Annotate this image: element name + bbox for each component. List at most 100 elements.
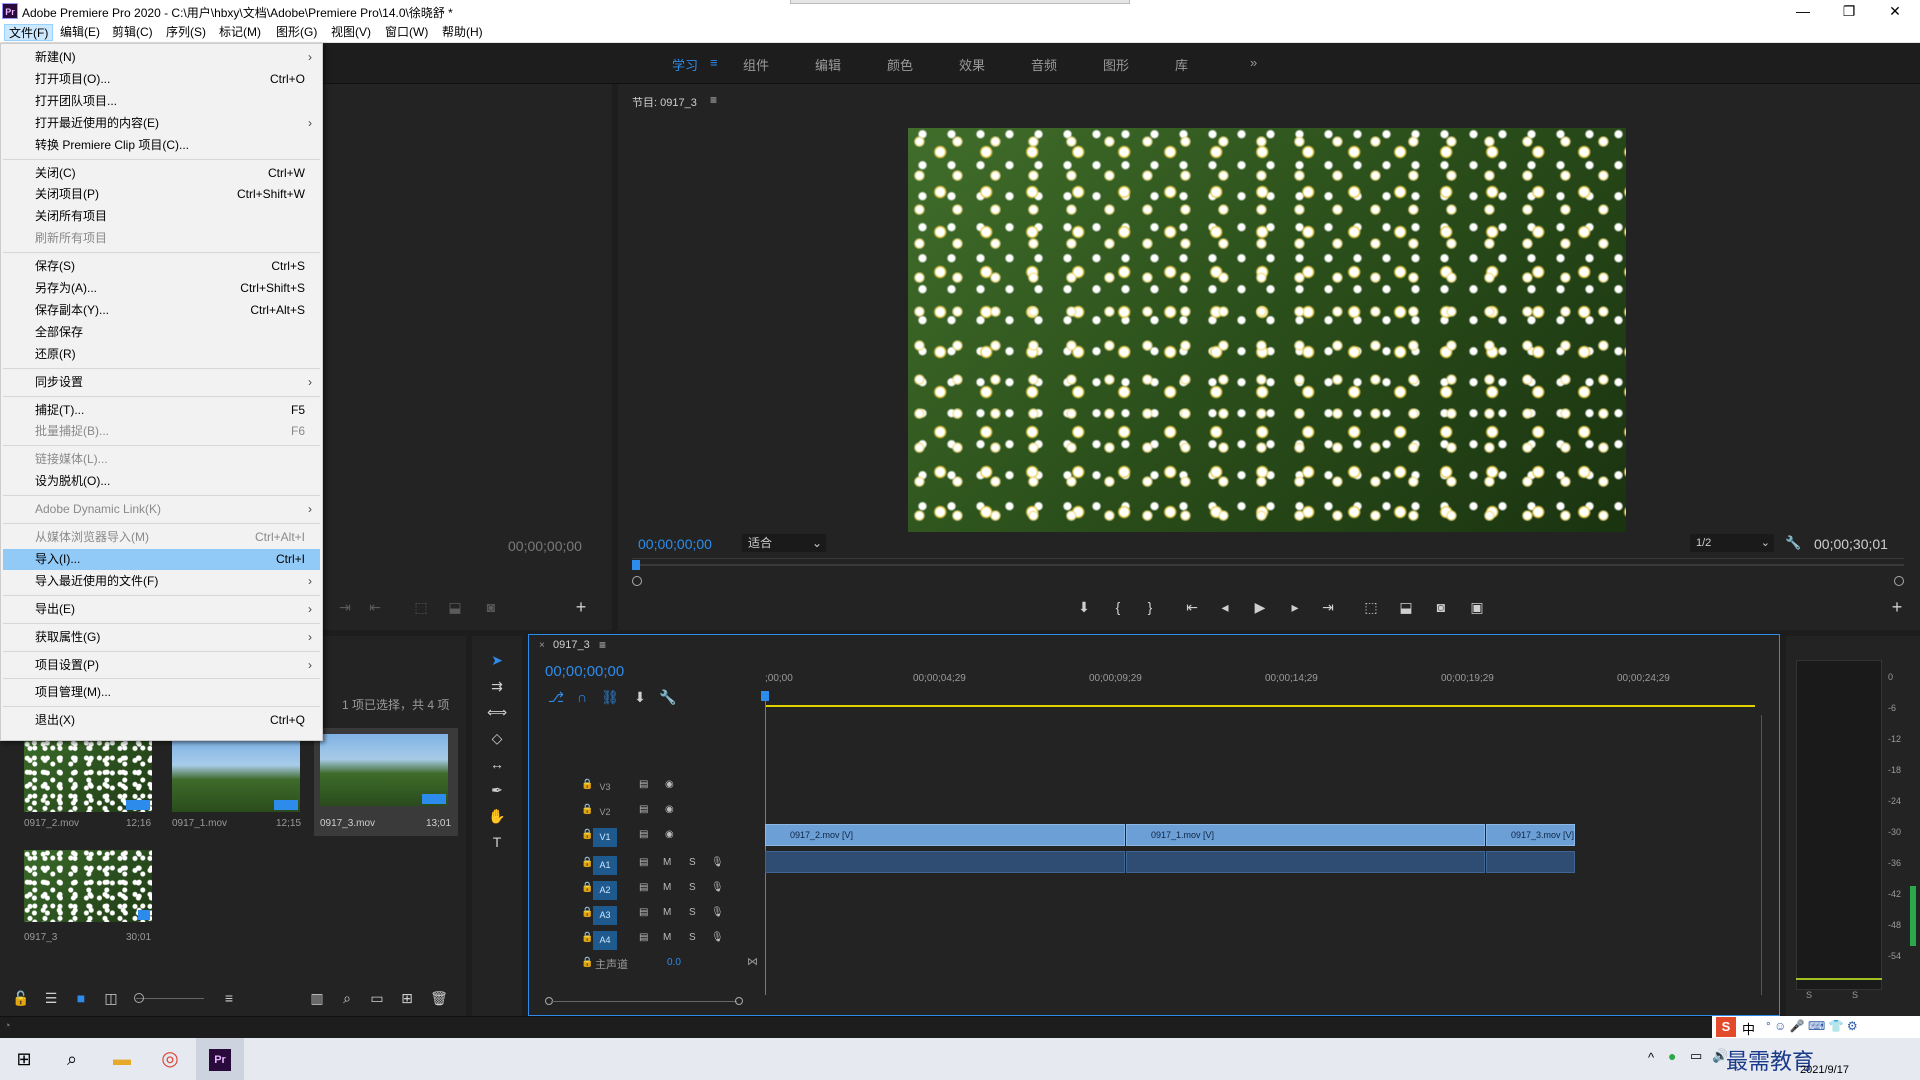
mute-button[interactable]: M [663, 907, 671, 918]
sort-icon[interactable]: ≡ [218, 988, 240, 1008]
audio-clip[interactable] [1486, 851, 1575, 873]
project-item-thumb[interactable] [172, 740, 300, 812]
sync-lock-icon[interactable]: ▤ [639, 907, 648, 918]
export-frame-icon[interactable]: ◙ [1430, 597, 1452, 617]
sync-lock-icon[interactable]: ▤ [639, 857, 648, 868]
workspace-tab-assembly[interactable]: 组件 [743, 55, 769, 74]
network-icon[interactable]: ▭ [1690, 1048, 1702, 1064]
solo-button[interactable]: S [689, 932, 696, 943]
mic-icon[interactable]: 🎙 [711, 882, 724, 893]
solo-button[interactable]: S [689, 882, 696, 893]
track-name[interactable]: A3 [593, 906, 617, 925]
mute-button[interactable]: M [663, 882, 671, 893]
mute-button[interactable]: M [663, 857, 671, 868]
program-playhead[interactable] [632, 560, 640, 570]
step-back-icon[interactable]: ◂ [1214, 597, 1236, 617]
go-to-in-icon[interactable]: ⇤ [1181, 597, 1203, 617]
track-lock-icon[interactable]: 🔒 [581, 907, 593, 918]
track-lock-icon[interactable]: 🔒 [581, 857, 593, 868]
go-to-out-icon[interactable]: ⇥ [1317, 597, 1339, 617]
video-clip[interactable]: 0917_1.mov [V] [1126, 824, 1485, 846]
mic-icon[interactable]: 🎙 [711, 907, 724, 918]
menu-sequence[interactable]: 序列(S) [162, 24, 210, 41]
eye-icon[interactable]: ◉ [665, 779, 674, 790]
file-menu-item[interactable]: 关闭(C) Ctrl+W [3, 163, 320, 184]
zoom-handle-right[interactable] [1894, 576, 1904, 586]
program-add-button-icon[interactable]: + [1886, 597, 1908, 617]
timeline-timecode[interactable]: 00;00;00;00 [545, 663, 624, 680]
source-extract-icon[interactable]: ⬓ [444, 597, 466, 617]
panel-menu-icon[interactable]: ≡ [599, 638, 606, 652]
snap-icon[interactable]: ∩ [571, 687, 593, 707]
extract-icon[interactable]: ⬓ [1395, 597, 1417, 617]
file-menu-item[interactable]: 打开团队项目... [3, 91, 320, 112]
workspace-tab-learn[interactable]: 学习 [672, 55, 698, 74]
lift-icon[interactable]: ⬚ [1360, 597, 1382, 617]
sync-lock-icon[interactable]: ▤ [639, 829, 648, 840]
file-menu-item[interactable]: 另存为(A)... Ctrl+Shift+S [3, 278, 320, 299]
menu-clip[interactable]: 剪辑(C) [108, 24, 157, 41]
eye-icon[interactable]: ◉ [665, 829, 674, 840]
h-scroll-handle-right[interactable] [735, 997, 743, 1005]
zoom-slider-handle[interactable] [134, 993, 144, 1003]
workspace-tab-color[interactable]: 颜色 [887, 55, 913, 74]
file-menu-item[interactable]: 还原(R) [3, 344, 320, 365]
file-menu-item[interactable]: 保存(S) Ctrl+S [3, 256, 320, 277]
master-volume[interactable]: 0.0 [667, 957, 681, 968]
menu-graphics[interactable]: 图形(G) [272, 24, 321, 41]
hand-tool-icon[interactable]: ✋ [486, 806, 508, 826]
icon-view-icon[interactable]: ■ [70, 988, 92, 1008]
track-select-tool-icon[interactable]: ⇉ [486, 676, 508, 696]
track-name[interactable]: A1 [593, 856, 617, 875]
slip-tool-icon[interactable]: ↔ [486, 754, 508, 774]
new-item-icon[interactable]: ⊞ [396, 988, 418, 1008]
source-add-button-icon[interactable]: + [570, 597, 592, 617]
razor-tool-icon[interactable]: ◇ [486, 728, 508, 748]
work-area-bar[interactable] [765, 705, 1755, 707]
panel-menu-icon[interactable]: ≡ [710, 93, 717, 107]
taskbar-date[interactable]: 2021/9/17 [1800, 1064, 1849, 1076]
ime-mode[interactable]: 中 [1742, 1019, 1755, 1038]
windows-start-icon[interactable]: ⊞ [0, 1038, 48, 1080]
sogou-ime-icon[interactable]: S [1716, 1017, 1736, 1037]
tray-app-icon[interactable]: ● [1668, 1048, 1676, 1064]
sync-lock-icon[interactable]: ▤ [639, 882, 648, 893]
close-button[interactable]: ✕ [1872, 0, 1918, 22]
file-menu-item[interactable]: 转换 Premiere Clip 项目(C)... [3, 135, 320, 156]
workspace-tab-graphics[interactable]: 图形 [1103, 55, 1129, 74]
workspace-tab-effects[interactable]: 效果 [959, 55, 985, 74]
trash-icon[interactable]: 🗑 [428, 988, 450, 1008]
sync-lock-icon[interactable]: ▤ [639, 932, 648, 943]
audio-clip[interactable] [1126, 851, 1485, 873]
file-menu-item[interactable]: 打开项目(O)... Ctrl+O [3, 69, 320, 90]
program-monitor-title[interactable]: 节目: 0917_3 [632, 94, 697, 110]
type-tool-icon[interactable]: T [486, 832, 508, 852]
find-icon[interactable]: ⌕ [336, 988, 358, 1008]
file-menu-item[interactable]: 关闭项目(P) Ctrl+Shift+W [3, 184, 320, 205]
step-forward-icon[interactable]: ▸ [1284, 597, 1306, 617]
ripple-edit-tool-icon[interactable]: ⟺ [486, 702, 508, 722]
sync-lock-icon[interactable]: ▤ [639, 804, 648, 815]
file-menu-item[interactable]: 打开最近使用的内容(E) › [3, 113, 320, 134]
v-scrollbar[interactable] [1761, 715, 1762, 995]
eye-icon[interactable]: ◉ [665, 804, 674, 815]
file-menu-item[interactable]: 全部保存 [3, 322, 320, 343]
add-marker-icon[interactable]: ⬇ [1073, 597, 1095, 617]
file-menu-item[interactable]: 导入最近使用的文件(F) › [3, 571, 320, 592]
playhead-handle[interactable] [761, 691, 769, 701]
meter-solo-button[interactable]: S [1806, 990, 1812, 1000]
program-video-frame[interactable] [908, 128, 1626, 532]
source-lift-icon[interactable]: ⬚ [410, 597, 432, 617]
track-lock-icon[interactable]: 🔒 [581, 779, 593, 790]
nest-toggle-icon[interactable]: ⎇ [545, 687, 567, 707]
tray-chevron-icon[interactable]: ^ [1648, 1050, 1654, 1065]
close-sequence-icon[interactable]: × [539, 640, 545, 651]
file-menu-item[interactable]: 捕捉(T)... F5 [3, 400, 320, 421]
h-scrollbar[interactable] [551, 1001, 737, 1002]
menu-help[interactable]: 帮助(H) [438, 24, 487, 41]
project-item-thumb[interactable] [320, 734, 448, 806]
selection-tool-icon[interactable]: ➤ [486, 650, 508, 670]
source-overwrite-icon[interactable]: ⇤ [364, 597, 386, 617]
play-icon[interactable]: ▶ [1249, 597, 1271, 617]
ime-tools-icon[interactable]: ° ☺ 🎤 ⌨ 👕 ⚙ [1766, 1019, 1858, 1033]
